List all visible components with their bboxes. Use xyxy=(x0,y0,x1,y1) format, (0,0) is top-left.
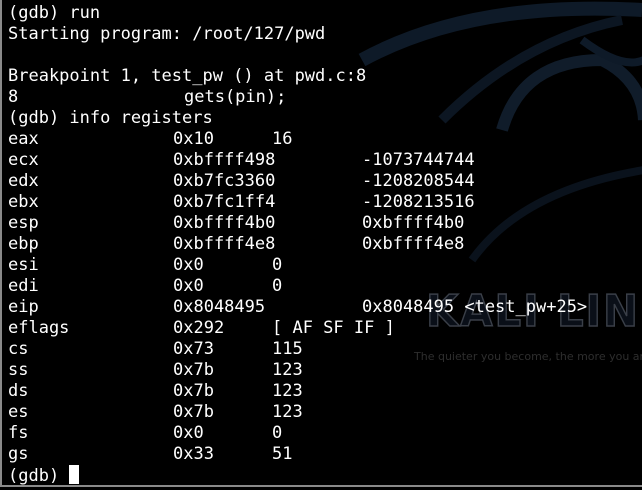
source-line-number: 8 xyxy=(8,87,19,107)
register-hex-value: 0x7b xyxy=(173,381,214,401)
register-name: edx xyxy=(8,171,39,191)
text-cursor xyxy=(69,465,80,484)
register-name: ds xyxy=(8,381,29,401)
register-row: ecx 0xbffff498 -1073744744 xyxy=(8,150,642,171)
register-hex-value: 0x33 xyxy=(173,444,214,464)
register-hex-value: 0x73 xyxy=(173,339,214,359)
register-hex-value: 0xbffff498 xyxy=(173,150,276,170)
register-natural-value: -1073744744 xyxy=(362,150,475,170)
register-name: esp xyxy=(8,213,39,233)
register-name: ebx xyxy=(8,192,39,212)
register-row: edi 0x0 0 xyxy=(8,276,642,297)
register-row: ebx 0xb7fc1ff4 -1208213516 xyxy=(8,192,642,213)
register-hex-value: 0x7b xyxy=(173,360,214,380)
register-hex-value: 0x0 xyxy=(173,255,204,275)
register-row: fs 0x0 0 xyxy=(8,423,642,444)
register-row: es 0x7b 123 xyxy=(8,402,642,423)
register-row: ds 0x7b 123 xyxy=(8,381,642,402)
source-line-code: gets(pin); xyxy=(184,87,287,107)
register-natural-value: 123 xyxy=(272,381,303,401)
register-row: ss 0x7b 123 xyxy=(8,360,642,381)
register-hex-value: 0x8048495 xyxy=(173,297,266,317)
register-name: eip xyxy=(8,297,39,317)
register-name: esi xyxy=(8,255,39,275)
breakpoint-line: Breakpoint 1, test_pw () at pwd.c:8 xyxy=(8,66,367,86)
register-name: ecx xyxy=(8,150,39,170)
register-name: fs xyxy=(8,423,29,443)
register-natural-value: 0xbffff4e8 xyxy=(362,234,465,254)
register-hex-value: 0xbffff4e8 xyxy=(173,234,276,254)
register-hex-value: 0xb7fc3360 xyxy=(173,171,276,191)
register-hex-value: 0xb7fc1ff4 xyxy=(173,192,276,212)
register-row: edx 0xb7fc3360 -1208208544 xyxy=(8,171,642,192)
register-natural-value: -1208213516 xyxy=(362,192,475,212)
register-natural-value: 16 xyxy=(272,129,293,149)
register-natural-value: [ AF SF IF ] xyxy=(272,318,395,338)
register-natural-value: 123 xyxy=(272,360,303,380)
register-natural-value: 115 xyxy=(272,339,303,359)
register-name: ss xyxy=(8,360,29,380)
register-row: eax 0x10 16 xyxy=(8,129,642,150)
register-natural-value: 0 xyxy=(272,276,283,296)
register-name: cs xyxy=(8,339,29,359)
starting-program-line: Starting program: /root/127/pwd xyxy=(8,24,326,44)
register-row: eip 0x8048495 0x8048495 <test_pw+25> xyxy=(8,297,642,318)
register-row: esi 0x0 0 xyxy=(8,255,642,276)
register-hex-value: 0x0 xyxy=(173,423,204,443)
register-row: gs 0x33 51 xyxy=(8,444,642,465)
gdb-run-command: (gdb) run xyxy=(8,3,101,23)
register-natural-value: 123 xyxy=(272,402,303,422)
register-natural-value: -1208208544 xyxy=(362,171,475,191)
register-row: ebp 0xbffff4e8 0xbffff4e8 xyxy=(8,234,642,255)
register-name: eflags xyxy=(8,318,70,338)
register-row: eflags 0x292 [ AF SF IF ] xyxy=(8,318,642,339)
prompt-label: (gdb) xyxy=(8,466,60,486)
gdb-prompt[interactable]: (gdb) xyxy=(8,465,80,486)
register-natural-value: 0 xyxy=(272,423,283,443)
terminal-window[interactable]: KALI LINUX The quieter you become, the m… xyxy=(0,0,642,487)
register-natural-value: 0xbffff4b0 xyxy=(362,213,465,233)
info-registers-command: (gdb) info registers xyxy=(8,108,213,128)
register-natural-value: 0x8048495 <test_pw+25> xyxy=(362,297,588,317)
register-name: ebp xyxy=(8,234,39,254)
register-name: eax xyxy=(8,129,39,149)
register-natural-value: 0 xyxy=(272,255,283,275)
register-name: gs xyxy=(8,444,29,464)
register-hex-value: 0xbffff4b0 xyxy=(173,213,276,233)
register-hex-value: 0x0 xyxy=(173,276,204,296)
source-line: 8 gets(pin); xyxy=(8,87,608,108)
register-natural-value: 51 xyxy=(272,444,293,464)
register-hex-value: 0x10 xyxy=(173,129,214,149)
register-row: esp 0xbffff4b0 0xbffff4b0 xyxy=(8,213,642,234)
register-name: edi xyxy=(8,276,39,296)
register-hex-value: 0x292 xyxy=(173,318,225,338)
register-hex-value: 0x7b xyxy=(173,402,214,422)
register-row: cs 0x73 115 xyxy=(8,339,642,360)
register-name: es xyxy=(8,402,29,422)
